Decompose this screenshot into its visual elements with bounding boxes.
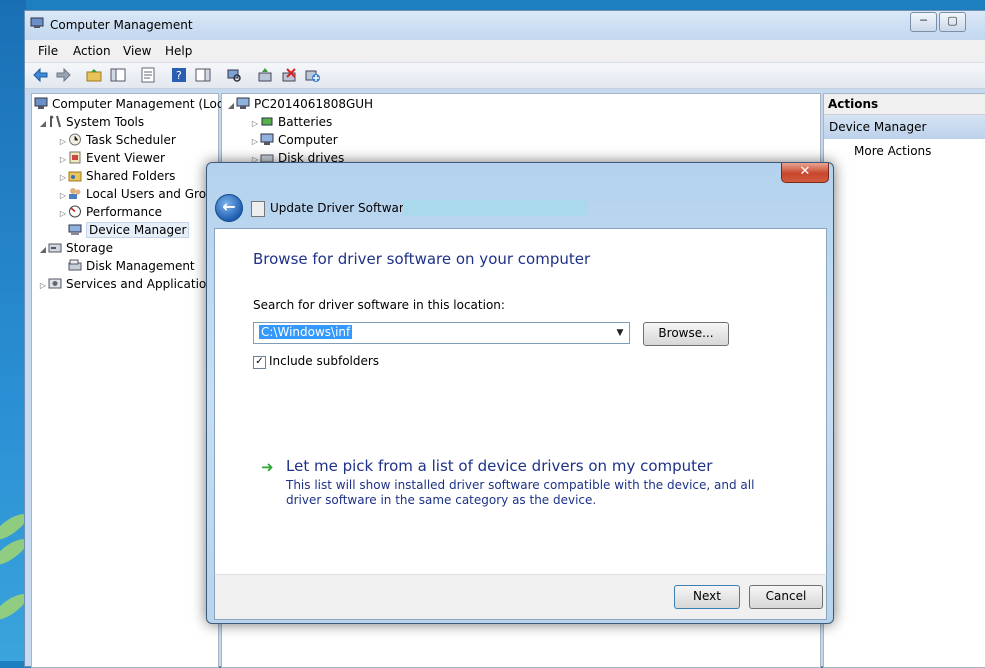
collapsed-triangle-icon[interactable]: ▷: [38, 277, 48, 295]
menu-view[interactable]: View: [123, 44, 151, 58]
back-arrow-icon[interactable]: [33, 67, 49, 83]
driver-path-value[interactable]: C:\Windows\inf: [259, 325, 353, 339]
update-driver-icon[interactable]: [257, 67, 273, 83]
include-subfolders-label[interactable]: Include subfolders: [269, 354, 379, 368]
properties-icon[interactable]: [140, 67, 156, 83]
minimize-button[interactable]: ─: [910, 12, 937, 32]
dialog-content: Browse for driver software on your compu…: [214, 228, 827, 576]
device-computer-node[interactable]: ◢ PC2014061808GUH: [226, 95, 373, 113]
event-viewer-icon: [69, 151, 81, 164]
show-hide-action-pane-icon[interactable]: [195, 67, 211, 83]
expanded-triangle-icon[interactable]: ◢: [38, 115, 48, 133]
update-driver-dialog: ✕ ← Update Driver Software - Browse for …: [206, 162, 834, 624]
actions-header: Actions: [824, 94, 985, 115]
back-arrow-icon[interactable]: ←: [215, 194, 243, 222]
desktop-background: [0, 0, 31, 661]
tree-item-label: Task Scheduler: [86, 133, 176, 147]
pick-from-list-link[interactable]: Let me pick from a list of device driver…: [286, 457, 712, 475]
expanded-triangle-icon[interactable]: ◢: [38, 241, 48, 259]
tree-item-shared-folders[interactable]: ▷ Shared Folders: [58, 167, 175, 185]
device-manager-icon: [68, 224, 82, 235]
tree-item-event-viewer[interactable]: ▷ Event Viewer: [58, 149, 165, 167]
tree-item-label: Local Users and Group: [86, 187, 222, 201]
tree-item-device-manager[interactable]: Device Manager: [58, 221, 190, 239]
tree-item-disk-management[interactable]: Disk Management: [58, 257, 195, 275]
toolbar: ?: [25, 63, 985, 89]
maximize-button[interactable]: ▢: [939, 12, 966, 32]
cancel-button[interactable]: Cancel: [749, 585, 823, 609]
svg-text:?: ?: [176, 69, 182, 82]
scan-hardware-icon[interactable]: [226, 67, 242, 83]
tree-item-label: Event Viewer: [86, 151, 165, 165]
computer-icon: [260, 133, 274, 145]
dialog-heading: Browse for driver software on your compu…: [253, 250, 591, 268]
enable-device-icon[interactable]: [305, 67, 321, 83]
search-location-label: Search for driver software in this locat…: [253, 298, 505, 312]
dialog-footer: Next Cancel: [214, 574, 827, 620]
dialog-close-button[interactable]: ✕: [781, 163, 829, 183]
tree-item-system-tools[interactable]: ◢ System Tools: [38, 113, 144, 131]
actions-section-device-manager[interactable]: Device Manager: [824, 115, 985, 139]
device-category-label: Computer: [278, 133, 338, 147]
computer-management-icon: [34, 97, 48, 109]
disk-management-icon: [68, 259, 82, 271]
computer-icon: [236, 97, 250, 109]
more-actions-link[interactable]: More Actions: [854, 144, 931, 158]
green-arrow-icon: ➜: [261, 458, 274, 476]
expanded-triangle-icon[interactable]: ◢: [226, 97, 236, 115]
computer-management-icon: [30, 17, 44, 28]
tree-item-label: Performance: [86, 205, 163, 219]
actions-pane: Actions Device Manager More Actions: [823, 93, 985, 668]
show-hide-console-tree-icon[interactable]: [110, 67, 126, 83]
include-subfolders-checkbox[interactable]: ✓: [253, 356, 266, 369]
device-category-label: Batteries: [278, 115, 333, 129]
tree-root-label: Computer Management (Local: [52, 97, 235, 111]
tree-item-label: System Tools: [66, 115, 145, 129]
browse-button[interactable]: Browse...: [643, 322, 729, 346]
redacted-device-name: [403, 200, 587, 216]
tree-item-label: Device Manager: [86, 222, 190, 238]
console-tree-pane: Computer Management (Local ◢ System Tools…: [31, 93, 234, 668]
tree-item-task-scheduler[interactable]: ▷ Task Scheduler: [58, 131, 176, 149]
uninstall-device-icon[interactable]: [281, 67, 297, 83]
title-bar: Computer Management ─ ▢: [25, 11, 985, 39]
menu-file[interactable]: File: [38, 44, 58, 58]
tree-item-performance[interactable]: ▷ Performance: [58, 203, 162, 221]
tree-item-root[interactable]: Computer Management (Local: [34, 95, 234, 113]
storage-icon: [48, 243, 62, 253]
tree-item-services-applications[interactable]: ▷ Services and Applications: [38, 275, 220, 293]
tree-item-label: Shared Folders: [86, 169, 176, 183]
device-category-computer[interactable]: ▷ Computer: [250, 131, 338, 149]
clock-icon: [69, 133, 81, 146]
tree-item-label: Storage: [66, 241, 113, 255]
device-category-batteries[interactable]: ▷ Batteries: [250, 113, 332, 131]
driver-path-combobox[interactable]: C:\Windows\inf ▼: [253, 322, 630, 344]
next-button[interactable]: Next: [674, 585, 740, 609]
device-icon: [251, 201, 265, 217]
tree-item-label: Services and Applications: [66, 277, 221, 291]
services-icon: [48, 278, 62, 289]
system-tools-icon: [50, 115, 61, 128]
pick-from-list-description: This list will show installed driver sof…: [286, 478, 755, 507]
tree-item-label: Disk Management: [86, 259, 195, 273]
shared-folder-icon: [68, 171, 82, 182]
battery-icon: [261, 117, 273, 126]
tree-item-storage[interactable]: ◢ Storage: [38, 239, 113, 257]
users-icon: [69, 188, 81, 199]
tree-item-local-users[interactable]: ▷ Local Users and Group: [58, 185, 221, 203]
forward-arrow-icon[interactable]: [55, 67, 71, 83]
dropdown-arrow-icon[interactable]: ▼: [613, 323, 627, 343]
window-title: Computer Management: [50, 18, 193, 32]
performance-icon: [69, 205, 81, 218]
menu-action[interactable]: Action: [73, 44, 111, 58]
menu-help[interactable]: Help: [165, 44, 192, 58]
up-folder-icon[interactable]: [86, 67, 102, 83]
help-icon[interactable]: ?: [171, 67, 187, 83]
dialog-title: Update Driver Software -: [270, 201, 420, 215]
menu-bar: File Action View Help: [25, 40, 985, 63]
computer-name: PC2014061808GUH: [254, 97, 374, 111]
